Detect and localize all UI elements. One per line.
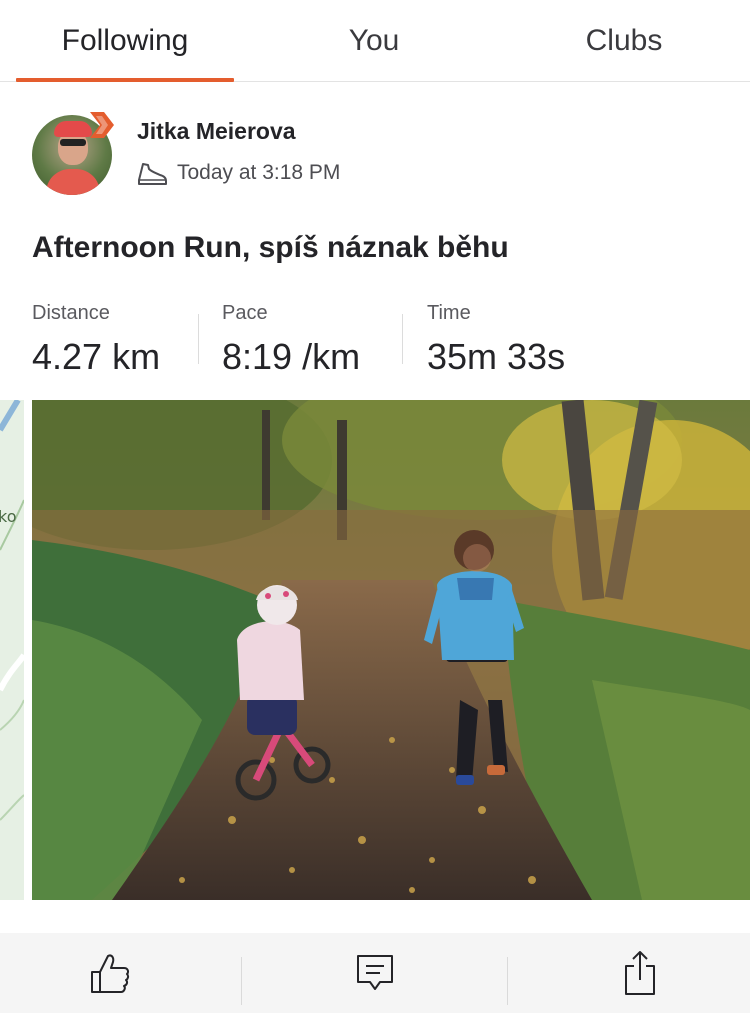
action-divider xyxy=(241,957,242,1005)
activity-title[interactable]: Afternoon Run, spíš náznak běhu xyxy=(32,231,509,265)
comment-icon xyxy=(357,955,393,990)
tab-following[interactable]: Following xyxy=(16,0,234,82)
subscriber-badge-icon xyxy=(90,112,114,138)
map-label: ko xyxy=(0,507,16,526)
stat-pace-value: 8:19 /km xyxy=(222,336,361,377)
action-divider xyxy=(507,957,508,1005)
stat-distance-value: 4.27 km xyxy=(32,336,161,377)
stat-distance-label: Distance xyxy=(32,302,110,324)
activity-timestamp: Today at 3:18 PM xyxy=(177,161,341,184)
feed-tabs: Following You Clubs xyxy=(0,0,750,82)
tab-clubs[interactable]: Clubs xyxy=(516,0,732,82)
activity-actions xyxy=(0,933,750,1013)
kudos-button[interactable] xyxy=(10,933,210,1013)
athlete-name[interactable]: Jitka Meierova xyxy=(137,118,296,145)
stat-time-value: 35m 33s xyxy=(427,336,566,377)
stat-time-label: Time xyxy=(427,302,471,324)
stat-pace-label: Pace xyxy=(222,302,268,324)
route-map-thumbnail[interactable]: ko xyxy=(0,400,24,900)
active-tab-indicator xyxy=(16,78,234,82)
thumbs-up-icon xyxy=(91,954,130,993)
stat-divider xyxy=(198,314,199,364)
activity-photo[interactable] xyxy=(32,400,750,900)
share-button[interactable] xyxy=(540,933,740,1013)
tab-you[interactable]: You xyxy=(266,0,482,82)
share-icon xyxy=(625,951,655,995)
stat-divider xyxy=(402,314,403,364)
comment-button[interactable] xyxy=(275,933,475,1013)
shoe-icon xyxy=(138,163,167,185)
